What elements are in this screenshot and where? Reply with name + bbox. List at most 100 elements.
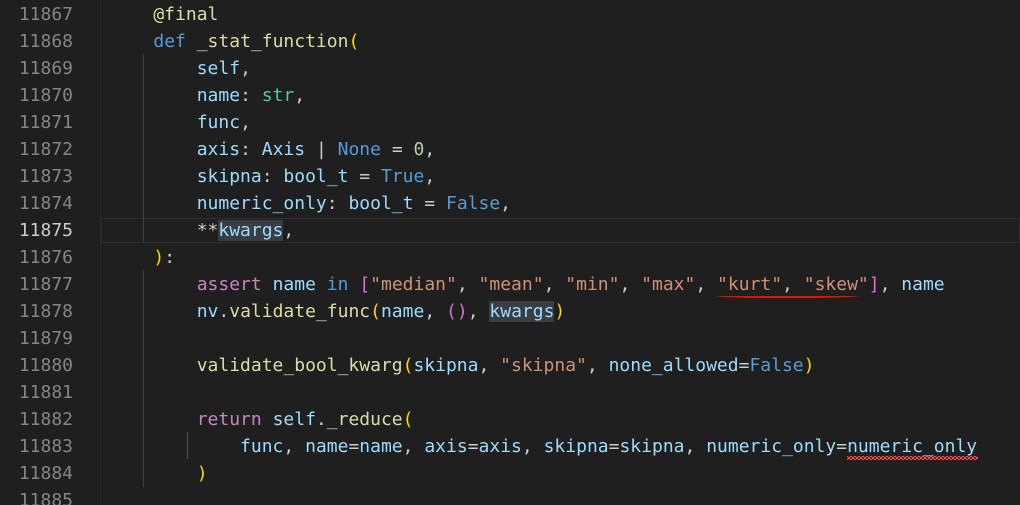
code-token: ,	[782, 274, 804, 295]
code-line[interactable]: )	[101, 460, 1020, 487]
code-line[interactable]: self,	[101, 55, 1020, 82]
code-token: name	[196, 85, 241, 106]
code-token: ,	[424, 301, 447, 322]
code-token: ,	[543, 274, 566, 295]
code-line[interactable]	[101, 325, 1020, 352]
code-token: func	[196, 112, 241, 133]
line-number: 11880	[18, 355, 73, 376]
code-token: :	[261, 166, 284, 187]
code-token: =	[348, 436, 360, 457]
code-token: )	[153, 247, 165, 268]
code-token: ,	[684, 436, 707, 457]
line-number: 11881	[18, 382, 73, 403]
code-token: ,	[240, 58, 251, 79]
code-token: ,	[478, 355, 501, 376]
code-token: skipna	[413, 355, 479, 376]
code-token: )	[554, 301, 566, 322]
code-token: None	[337, 139, 381, 160]
line-number: 11883	[18, 436, 73, 457]
code-token: ,	[294, 85, 306, 106]
code-line[interactable]: return self._reduce(	[101, 406, 1020, 433]
code-line[interactable]: **kwargs,	[101, 217, 1020, 244]
code-token: |	[305, 139, 338, 160]
code-line[interactable]: validate_bool_kwarg(skipna, "skipna", no…	[101, 352, 1020, 379]
code-line[interactable]: skipna: bool_t = True,	[101, 163, 1020, 190]
code-token: ,	[424, 166, 436, 187]
code-token: ,	[586, 355, 609, 376]
code-token: numeric_only	[847, 436, 978, 457]
code-token: nv	[196, 301, 219, 322]
code-token: skipna	[619, 436, 685, 457]
annotation-underline	[716, 293, 858, 298]
code-token: self	[196, 58, 241, 79]
line-number: 11870	[18, 85, 73, 106]
code-token: (	[370, 301, 381, 322]
code-token: name	[380, 301, 425, 322]
code-line[interactable]	[101, 487, 1020, 505]
code-editor[interactable]: 11867 11868 11869 11870 11871 11872 11873 11874…	[0, 0, 1020, 505]
code-token: validate_func	[229, 301, 371, 322]
code-token: ,	[240, 112, 251, 133]
code-line[interactable]: assert name in ["median", "mean", "min",…	[101, 271, 1020, 298]
code-token: name	[272, 274, 316, 295]
code-line[interactable]: nv.validate_func(name, (), kwargs)	[101, 298, 1020, 325]
code-token: def	[153, 31, 186, 52]
code-token: (	[402, 355, 414, 376]
code-token: bool_t	[348, 193, 414, 214]
code-token: **	[110, 220, 219, 241]
code-token: skipna	[543, 436, 609, 457]
code-token: [	[359, 274, 371, 295]
code-token: str	[261, 85, 295, 106]
code-token: ,	[402, 436, 425, 457]
indent-guide	[143, 270, 144, 487]
indent-guide	[187, 432, 188, 459]
code-token: skipna	[196, 166, 262, 187]
code-line[interactable]: func,	[101, 109, 1020, 136]
code-token: self	[272, 409, 316, 430]
code-token: none_allowed	[608, 355, 739, 376]
code-token: )	[196, 463, 208, 484]
code-token: "max"	[641, 274, 696, 295]
code-line[interactable]: def _stat_function(	[101, 28, 1020, 55]
line-number: 11877	[18, 274, 73, 295]
line-number: 11874	[18, 193, 73, 214]
code-line[interactable]: axis: Axis | None = 0,	[101, 136, 1020, 163]
code-token: "mean"	[478, 274, 544, 295]
line-number-gutter: 11867 11868 11869 11870 11871 11872 11873 11874…	[0, 0, 100, 505]
code-token: ,	[695, 274, 718, 295]
code-line[interactable]: name: str,	[101, 82, 1020, 109]
code-token: =	[348, 166, 381, 187]
code-token: "min"	[565, 274, 620, 295]
code-token: False	[445, 193, 501, 214]
code-token: :	[164, 247, 176, 268]
code-token: ,	[521, 436, 544, 457]
code-token: Axis	[261, 139, 306, 160]
code-token: 0	[413, 139, 425, 160]
line-number: 11882	[18, 409, 73, 430]
code-token: "skipna"	[500, 355, 587, 376]
code-token: assert	[196, 274, 262, 295]
code-line[interactable]	[101, 379, 1020, 406]
code-line[interactable]: @final	[101, 1, 1020, 28]
code-token: =	[608, 436, 620, 457]
code-line[interactable]: ):	[101, 244, 1020, 271]
line-number: 11875	[18, 220, 73, 241]
code-line[interactable]: numeric_only: bool_t = False,	[101, 190, 1020, 217]
code-token: kwargs	[218, 220, 284, 241]
code-token: =	[380, 139, 414, 160]
line-number: 11884	[18, 463, 73, 484]
code-token: "kurt"	[717, 274, 783, 295]
code-token: kwargs	[489, 301, 555, 322]
code-token: True	[380, 166, 425, 187]
